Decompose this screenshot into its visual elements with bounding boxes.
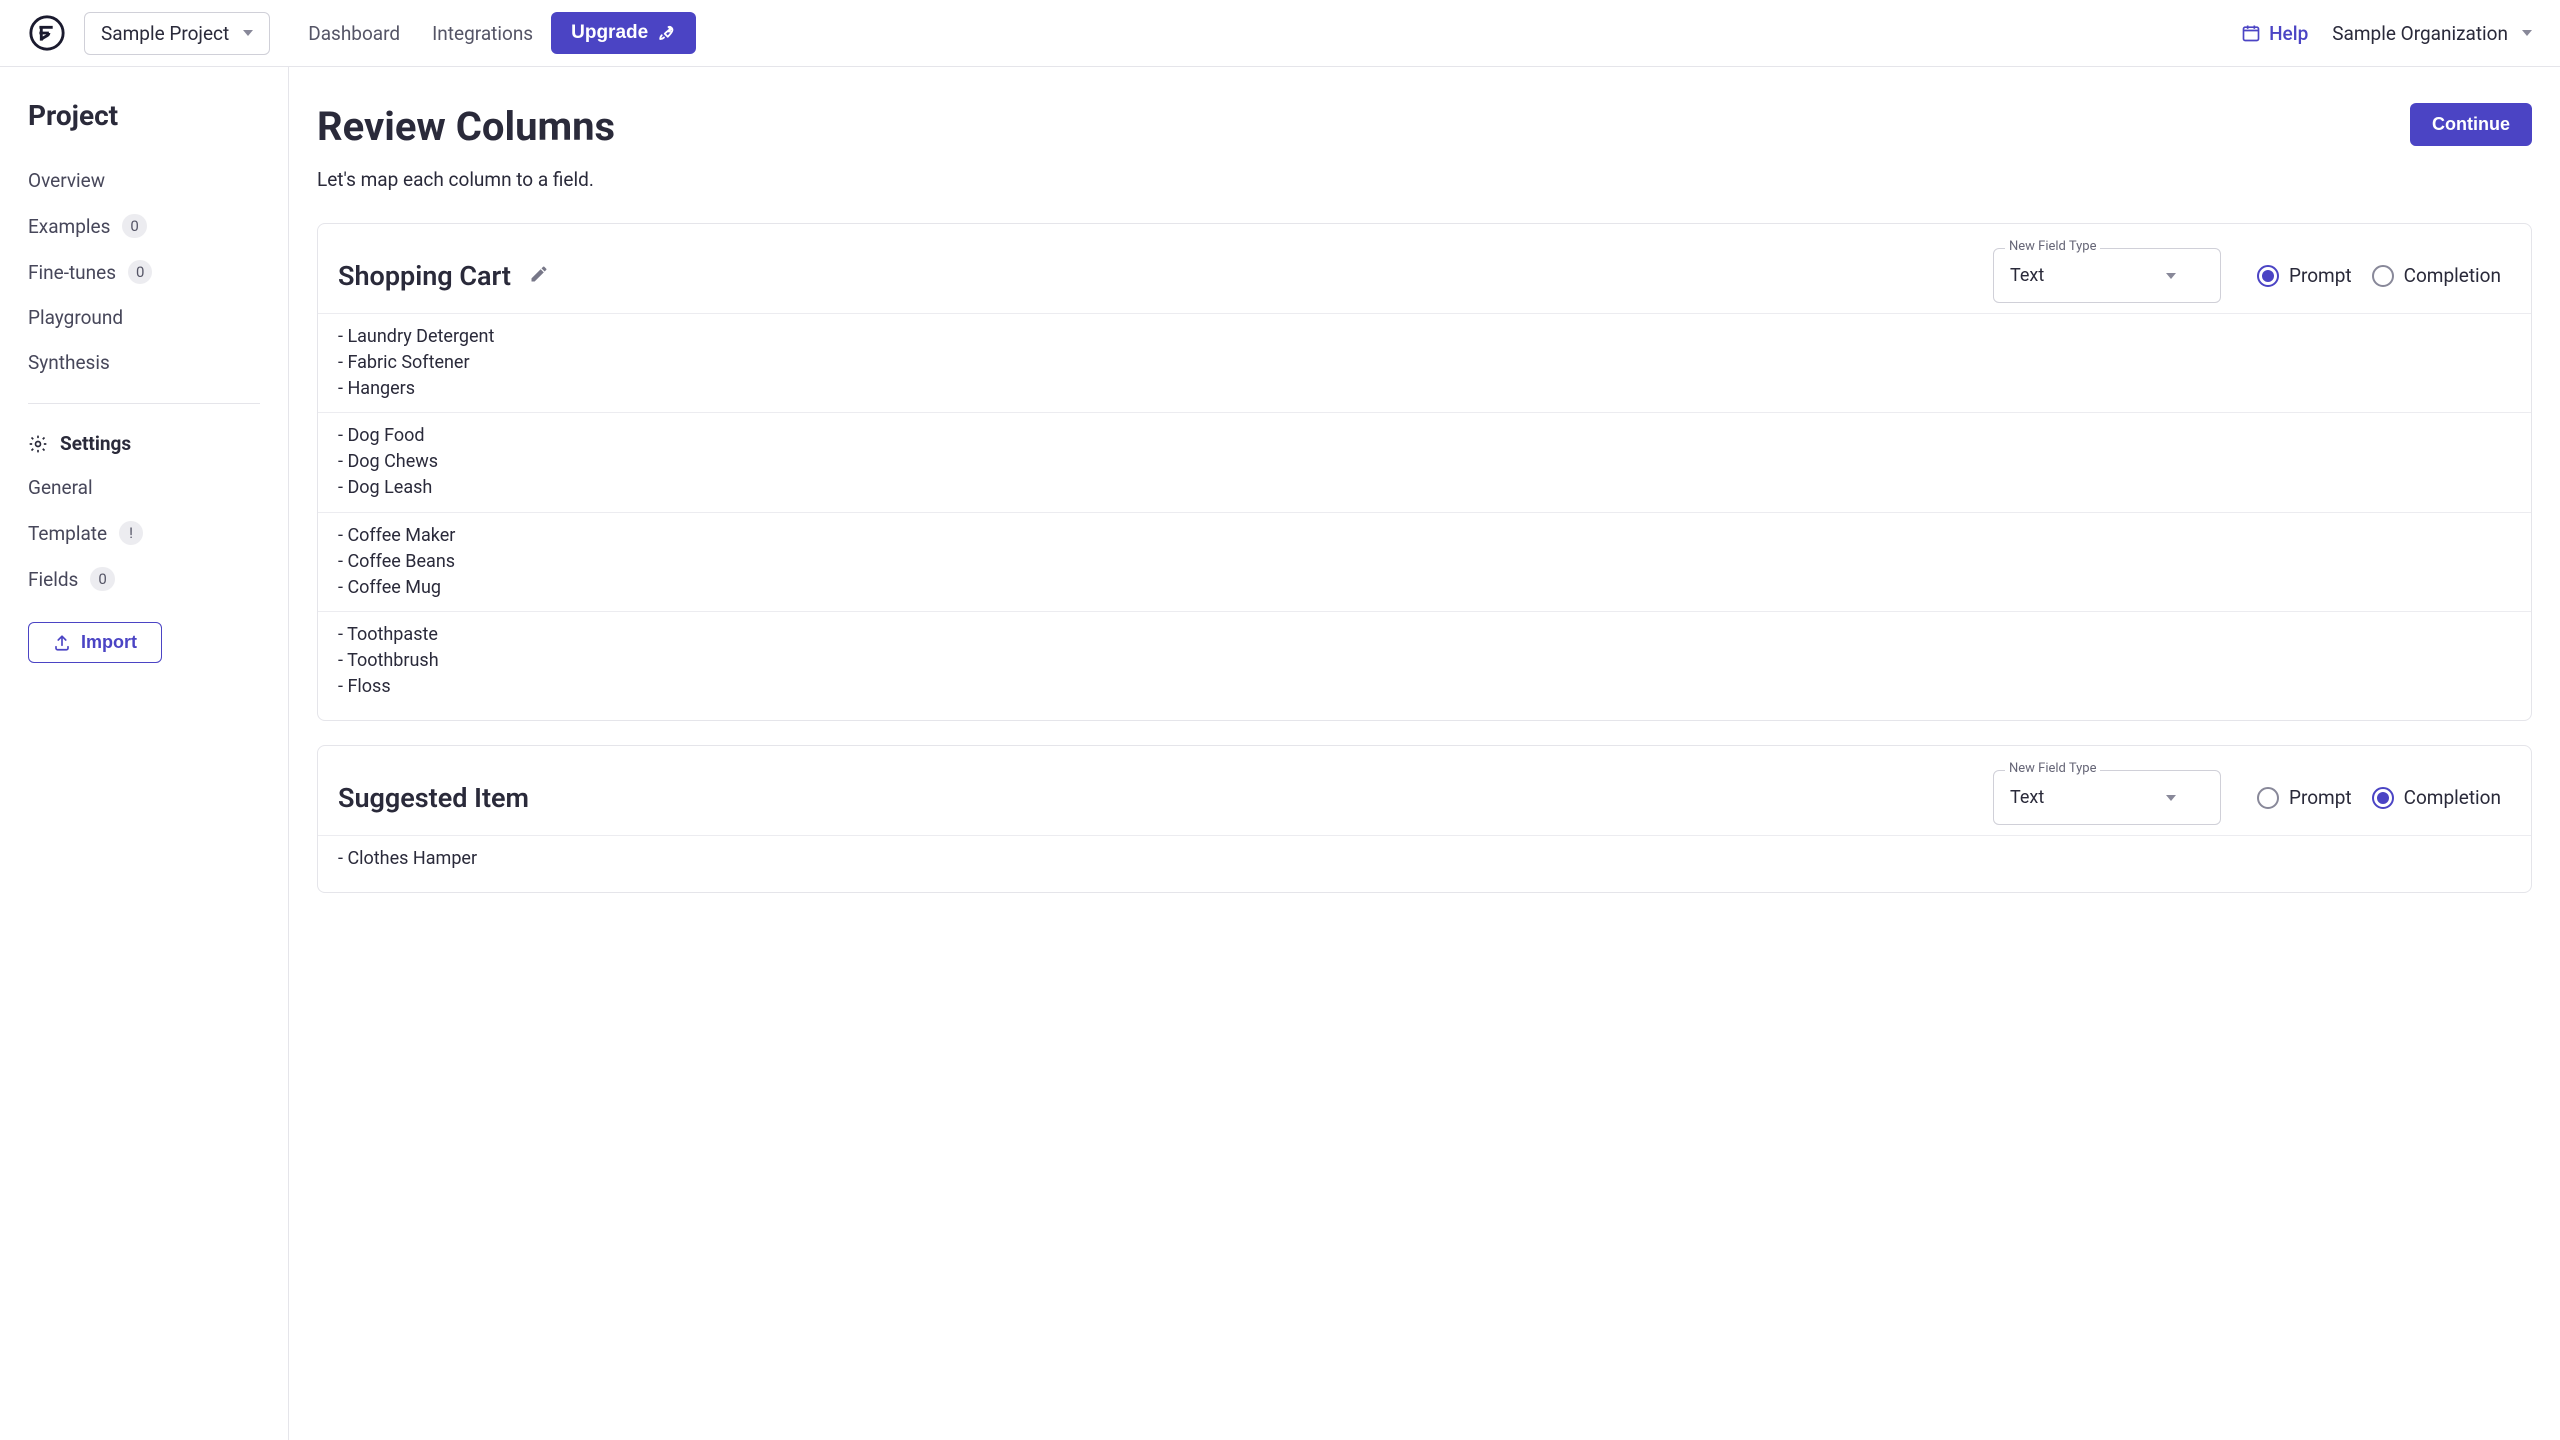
page-subtitle: Let's map each column to a field. — [317, 168, 2532, 191]
count-badge: 0 — [90, 567, 114, 591]
divider — [28, 403, 260, 404]
count-badge: 0 — [122, 214, 146, 238]
project-select-label: Sample Project — [101, 22, 229, 45]
radio-group: Prompt Completion — [2257, 264, 2511, 287]
topbar-right: Help Sample Organization — [2241, 22, 2532, 45]
radio-completion-label: Completion — [2404, 786, 2501, 809]
help-link[interactable]: Help — [2241, 22, 2308, 45]
import-button[interactable]: Import — [28, 622, 162, 663]
help-label: Help — [2269, 22, 2308, 45]
chevron-down-icon — [2166, 795, 2176, 801]
field-type-label: New Field Type — [2005, 761, 2101, 776]
org-label: Sample Organization — [2332, 22, 2508, 45]
sidebar-item-fields[interactable]: Fields 0 — [28, 556, 260, 602]
radio-group: Prompt Completion — [2257, 786, 2511, 809]
field-type-select[interactable]: New Field Type Text — [1993, 248, 2221, 303]
continue-button[interactable]: Continue — [2410, 103, 2532, 146]
rocket-icon — [658, 24, 676, 42]
topbar: Sample Project Dashboard Integrations Up… — [0, 0, 2560, 67]
project-select[interactable]: Sample Project — [84, 12, 270, 55]
sidebar-heading: Project — [28, 99, 260, 132]
sample-row: - Coffee Maker - Coffee Beans - Coffee M… — [318, 512, 2531, 611]
sample-row: - Clothes Hamper — [318, 835, 2531, 882]
calendar-icon — [2241, 23, 2261, 43]
sidebar-item-overview[interactable]: Overview — [28, 158, 260, 203]
sidebar: Project Overview Examples 0 Fine-tunes 0… — [0, 67, 289, 1440]
field-type-value: Text — [2010, 787, 2044, 808]
upgrade-label: Upgrade — [571, 22, 648, 44]
sample-row: - Laundry Detergent - Fabric Softener - … — [318, 313, 2531, 412]
sidebar-item-label: General — [28, 476, 93, 499]
sidebar-item-template[interactable]: Template ! — [28, 510, 260, 556]
page-title: Review Columns — [317, 103, 615, 150]
nav-integrations[interactable]: Integrations — [432, 22, 533, 45]
chevron-down-icon — [2166, 273, 2176, 279]
column-name: Suggested Item — [338, 782, 529, 814]
gear-icon — [28, 434, 48, 454]
radio-completion[interactable] — [2372, 265, 2394, 287]
column-card: Shopping Cart New Field Type Text Prompt… — [317, 223, 2532, 721]
sidebar-item-label: Playground — [28, 306, 123, 329]
sidebar-item-general[interactable]: General — [28, 465, 260, 510]
field-type-select[interactable]: New Field Type Text — [1993, 770, 2221, 825]
sidebar-item-label: Overview — [28, 169, 105, 192]
sidebar-item-label: Fine-tunes — [28, 261, 116, 284]
column-card: Suggested Item New Field Type Text Promp… — [317, 745, 2532, 893]
radio-completion-label: Completion — [2404, 264, 2501, 287]
nav-links: Dashboard Integrations — [308, 22, 533, 45]
upload-icon — [53, 634, 71, 652]
radio-prompt[interactable] — [2257, 265, 2279, 287]
field-type-label: New Field Type — [2005, 239, 2101, 254]
radio-completion[interactable] — [2372, 787, 2394, 809]
settings-heading-label: Settings — [60, 432, 131, 455]
sidebar-item-examples[interactable]: Examples 0 — [28, 203, 260, 249]
org-select[interactable]: Sample Organization — [2332, 22, 2532, 45]
radio-prompt-label: Prompt — [2289, 786, 2352, 809]
pencil-icon[interactable] — [529, 264, 549, 288]
radio-prompt-label: Prompt — [2289, 264, 2352, 287]
import-label: Import — [81, 632, 137, 653]
chevron-down-icon — [243, 30, 253, 36]
chevron-down-icon — [2522, 30, 2532, 36]
upgrade-button[interactable]: Upgrade — [551, 12, 696, 54]
field-type-value: Text — [2010, 265, 2044, 286]
settings-heading: Settings — [28, 422, 260, 465]
sample-row: - Dog Food - Dog Chews - Dog Leash — [318, 412, 2531, 511]
sidebar-item-label: Template — [28, 522, 107, 545]
nav-dashboard[interactable]: Dashboard — [308, 22, 400, 45]
sidebar-item-label: Examples — [28, 215, 110, 238]
count-badge: 0 — [128, 260, 152, 284]
radio-prompt[interactable] — [2257, 787, 2279, 809]
alert-badge: ! — [119, 521, 143, 545]
column-name: Shopping Cart — [338, 260, 511, 292]
logo[interactable] — [28, 14, 66, 52]
sidebar-item-finetunes[interactable]: Fine-tunes 0 — [28, 249, 260, 295]
main-content: Review Columns Continue Let's map each c… — [289, 67, 2560, 1440]
sidebar-item-synthesis[interactable]: Synthesis — [28, 340, 260, 385]
sample-row: - Toothpaste - Toothbrush - Floss — [318, 611, 2531, 710]
sidebar-item-playground[interactable]: Playground — [28, 295, 260, 340]
sidebar-item-label: Synthesis — [28, 351, 110, 374]
sidebar-item-label: Fields — [28, 568, 78, 591]
